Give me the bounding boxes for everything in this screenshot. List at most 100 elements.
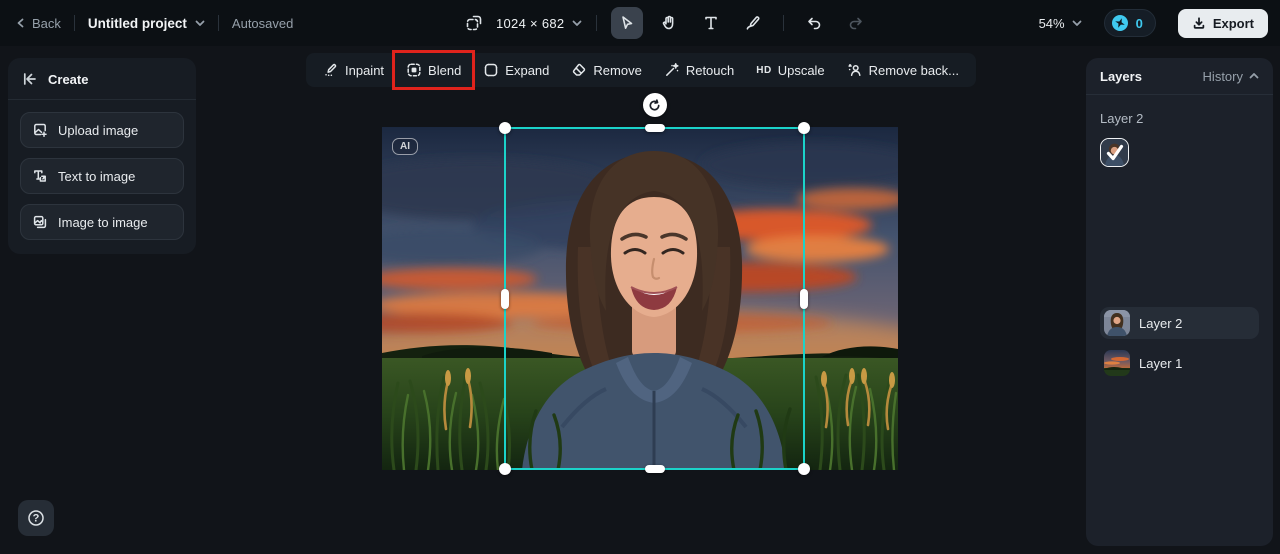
divider — [783, 15, 785, 31]
app-window: Back Untitled project Autosaved 1024 × 6… — [0, 0, 1280, 554]
resize-handle-bottom-right[interactable] — [798, 463, 810, 475]
upload-image-button[interactable]: Upload image — [20, 112, 184, 148]
cursor-icon — [622, 16, 633, 29]
inpaint-label: Inpaint — [345, 62, 385, 78]
svg-text:?: ? — [33, 512, 40, 524]
chevron-up-icon — [1249, 73, 1259, 79]
text-to-image-icon — [34, 170, 46, 182]
hand-icon — [663, 15, 674, 30]
project-title: Untitled project — [87, 15, 187, 31]
layer-row-layer-2[interactable]: Layer 2 — [1100, 307, 1259, 339]
redo-icon — [850, 17, 863, 30]
divider — [596, 15, 598, 31]
help-icon: ? — [28, 510, 44, 526]
blend-label: Blend — [428, 62, 462, 78]
resize-handle-top-right[interactable] — [798, 122, 810, 134]
blend-icon — [407, 63, 421, 77]
download-icon — [1193, 17, 1205, 29]
divider — [73, 15, 75, 31]
expand-button[interactable]: Expand — [474, 57, 558, 83]
credits-spark-icon — [1111, 15, 1128, 31]
back-label: Back — [32, 15, 61, 31]
redo-button[interactable] — [840, 7, 872, 39]
remove-label: Remove — [593, 62, 642, 78]
create-panel-title: Create — [48, 71, 89, 87]
remove-background-label: Remove back... — [868, 62, 959, 78]
layer-name: Layer 1 — [1139, 355, 1183, 371]
chevron-down-icon — [573, 20, 582, 26]
zoom-level-menu[interactable]: 54% — [1039, 16, 1082, 31]
autosaved-status: Autosaved — [231, 15, 294, 31]
credits-count: 0 — [1135, 15, 1143, 31]
history-label: History — [1202, 68, 1243, 84]
create-panel: Create Upload image Text to image Image … — [8, 58, 196, 254]
top-bar: Back Untitled project Autosaved 1024 × 6… — [0, 0, 1280, 46]
layer-1-thumbnail — [1104, 350, 1130, 376]
text-to-image-label: Text to image — [58, 168, 136, 184]
undo-icon — [808, 17, 821, 30]
rotate-icon — [649, 98, 660, 111]
text-icon — [705, 16, 718, 30]
selection-box[interactable] — [499, 93, 810, 475]
chevron-left-icon — [17, 18, 24, 28]
upload-image-label: Upload image — [58, 122, 139, 138]
remove-button[interactable]: Remove — [562, 57, 650, 83]
upload-image-icon — [34, 123, 47, 138]
chevron-down-icon — [195, 20, 205, 26]
resize-handle-top-left[interactable] — [499, 122, 511, 134]
expand-icon — [485, 63, 498, 77]
export-label: Export — [1212, 15, 1254, 31]
text-to-image-button[interactable]: Text to image — [20, 158, 184, 194]
history-toggle[interactable]: History — [1203, 69, 1259, 84]
rotate-handle[interactable] — [642, 93, 667, 117]
expand-label: Expand — [505, 62, 550, 78]
export-button[interactable]: Export — [1177, 8, 1268, 38]
layer-check-thumbnail — [1101, 139, 1128, 166]
select-tool-button[interactable] — [611, 7, 644, 39]
resize-handle-bottom[interactable] — [644, 465, 665, 473]
image-to-image-label: Image to image — [58, 214, 148, 230]
divider — [1086, 94, 1273, 95]
layer-2-thumbnail — [1104, 310, 1130, 336]
resize-handle-left[interactable] — [501, 288, 509, 309]
layer-name: Layer 2 — [1139, 315, 1183, 331]
blend-button[interactable]: Blend — [392, 50, 476, 90]
text-tool-button[interactable] — [695, 7, 727, 39]
canvas[interactable]: AI — [382, 93, 898, 475]
brush-tool-button[interactable] — [737, 7, 769, 39]
wand-icon — [665, 63, 679, 76]
canvas-size-value: 1024 × 682 — [496, 15, 565, 31]
undo-button[interactable] — [798, 7, 830, 39]
layers-list: Layer 2 Layer 1 — [1100, 307, 1259, 379]
project-title-menu[interactable]: Untitled project — [88, 16, 205, 31]
credits-pill[interactable]: 0 — [1103, 9, 1156, 37]
collapse-panel-icon[interactable] — [22, 71, 38, 87]
resize-handle-bottom-left[interactable] — [499, 463, 511, 475]
divider — [217, 15, 219, 31]
resize-handle-right[interactable] — [800, 288, 808, 309]
layer-row-layer-1[interactable]: Layer 1 — [1100, 347, 1259, 379]
selected-layer-label: Layer 2 — [1100, 111, 1144, 126]
remove-background-icon — [848, 63, 861, 77]
brush-icon — [747, 16, 760, 30]
retouch-button[interactable]: Retouch — [655, 57, 743, 83]
resize-canvas-button[interactable] — [462, 7, 486, 39]
hd-icon: HD — [756, 64, 772, 76]
confirm-layer-button[interactable] — [1100, 138, 1129, 167]
hand-tool-button[interactable] — [653, 7, 685, 39]
resize-handle-top[interactable] — [644, 124, 665, 132]
inpaint-button[interactable]: Inpaint — [314, 57, 393, 83]
divider — [8, 99, 196, 100]
back-button[interactable]: Back — [16, 16, 61, 31]
help-button[interactable]: ? — [18, 500, 54, 536]
resize-icon — [466, 15, 482, 31]
remove-background-button[interactable]: Remove back... — [838, 57, 968, 83]
retouch-label: Retouch — [685, 62, 735, 78]
ai-generated-badge: AI — [392, 138, 418, 155]
action-toolbar: Inpaint Blend Expand Remove Retouch HD U… — [306, 50, 976, 90]
layers-panel: Layers History Layer 2 Layer 2 Layer 1 — [1086, 58, 1273, 546]
inpaint-icon — [325, 63, 337, 76]
canvas-size-menu[interactable]: 1024 × 682 — [496, 16, 582, 31]
image-to-image-button[interactable]: Image to image — [20, 204, 184, 240]
upscale-button[interactable]: HD Upscale — [747, 58, 833, 83]
